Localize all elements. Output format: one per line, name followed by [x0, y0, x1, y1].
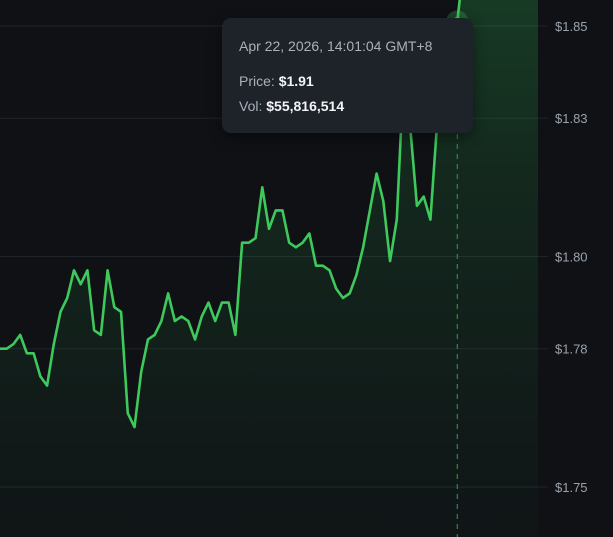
data-point[interactable] [347, 291, 352, 296]
tooltip-price-label: Price: [239, 73, 279, 89]
data-point[interactable] [31, 351, 36, 356]
data-point[interactable] [246, 240, 251, 245]
data-point[interactable] [414, 203, 419, 208]
data-point[interactable] [240, 240, 245, 245]
data-point[interactable] [199, 314, 204, 319]
tooltip-volume-label: Vol: [239, 98, 267, 114]
data-point[interactable] [45, 383, 50, 388]
data-point[interactable] [159, 319, 164, 324]
data-point[interactable] [361, 245, 366, 250]
data-point[interactable] [193, 337, 198, 342]
data-point[interactable] [105, 268, 110, 273]
data-point[interactable] [119, 309, 124, 314]
data-point[interactable] [11, 342, 16, 347]
data-point[interactable] [421, 194, 426, 199]
y-tick-label: $1.85 [555, 19, 588, 34]
data-point[interactable] [340, 295, 345, 300]
data-point[interactable] [213, 319, 218, 324]
data-point[interactable] [354, 272, 359, 277]
data-point[interactable] [78, 282, 83, 287]
price-tooltip: Apr 22, 2026, 14:01:04 GMT+8 Price: $1.9… [222, 18, 473, 133]
data-point[interactable] [172, 319, 177, 324]
tooltip-price-value: $1.91 [278, 73, 314, 89]
data-point[interactable] [307, 231, 312, 236]
tooltip-timestamp: Apr 22, 2026, 14:01:04 GMT+8 [239, 38, 433, 54]
data-point[interactable] [58, 309, 63, 314]
data-point[interactable] [139, 369, 144, 374]
data-point[interactable] [186, 319, 191, 324]
y-axis: $1.93$1.90$1.88$1.85$1.83$1.80$1.78$1.75 [555, 19, 588, 495]
data-point[interactable] [98, 332, 103, 337]
data-point[interactable] [381, 199, 386, 204]
data-point[interactable] [179, 314, 184, 319]
data-point[interactable] [394, 217, 399, 222]
data-point[interactable] [65, 295, 70, 300]
data-point[interactable] [51, 342, 56, 347]
data-point[interactable] [132, 425, 137, 430]
data-point[interactable] [367, 208, 372, 213]
data-point[interactable] [280, 208, 285, 213]
data-point[interactable] [287, 240, 292, 245]
data-point[interactable] [267, 226, 272, 231]
data-point[interactable] [314, 263, 319, 268]
data-point[interactable] [334, 286, 339, 291]
data-point[interactable] [260, 185, 265, 190]
data-point[interactable] [145, 337, 150, 342]
data-point[interactable] [388, 259, 393, 264]
y-tick-label: $1.83 [555, 111, 588, 126]
data-point[interactable] [92, 328, 97, 333]
data-point[interactable] [125, 411, 130, 416]
data-point[interactable] [300, 240, 305, 245]
y-tick-label: $1.78 [555, 342, 588, 357]
data-point[interactable] [253, 236, 258, 241]
data-point[interactable] [293, 245, 298, 250]
data-point[interactable] [24, 351, 29, 356]
data-point[interactable] [233, 332, 238, 337]
data-point[interactable] [71, 268, 76, 273]
data-point[interactable] [18, 332, 23, 337]
tooltip-volume-row: Vol: $55,816,514 [239, 98, 344, 114]
data-point[interactable] [152, 332, 157, 337]
data-point[interactable] [428, 217, 433, 222]
data-point[interactable] [38, 374, 43, 379]
tooltip-price-row: Price: $1.91 [239, 73, 314, 89]
data-point[interactable] [206, 300, 211, 305]
price-chart[interactable]: $1.93$1.90$1.88$1.85$1.83$1.80$1.78$1.75… [0, 0, 613, 537]
data-point[interactable] [85, 268, 90, 273]
data-point[interactable] [226, 300, 231, 305]
y-tick-label: $1.75 [555, 480, 588, 495]
data-point[interactable] [273, 208, 278, 213]
tooltip-volume-value: $55,816,514 [266, 98, 345, 114]
data-point[interactable] [320, 263, 325, 268]
data-point[interactable] [166, 291, 171, 296]
y-tick-label: $1.80 [555, 250, 588, 265]
data-point[interactable] [112, 305, 117, 310]
data-point[interactable] [219, 300, 224, 305]
data-point[interactable] [327, 268, 332, 273]
data-point[interactable] [374, 171, 379, 176]
data-point[interactable] [4, 346, 9, 351]
